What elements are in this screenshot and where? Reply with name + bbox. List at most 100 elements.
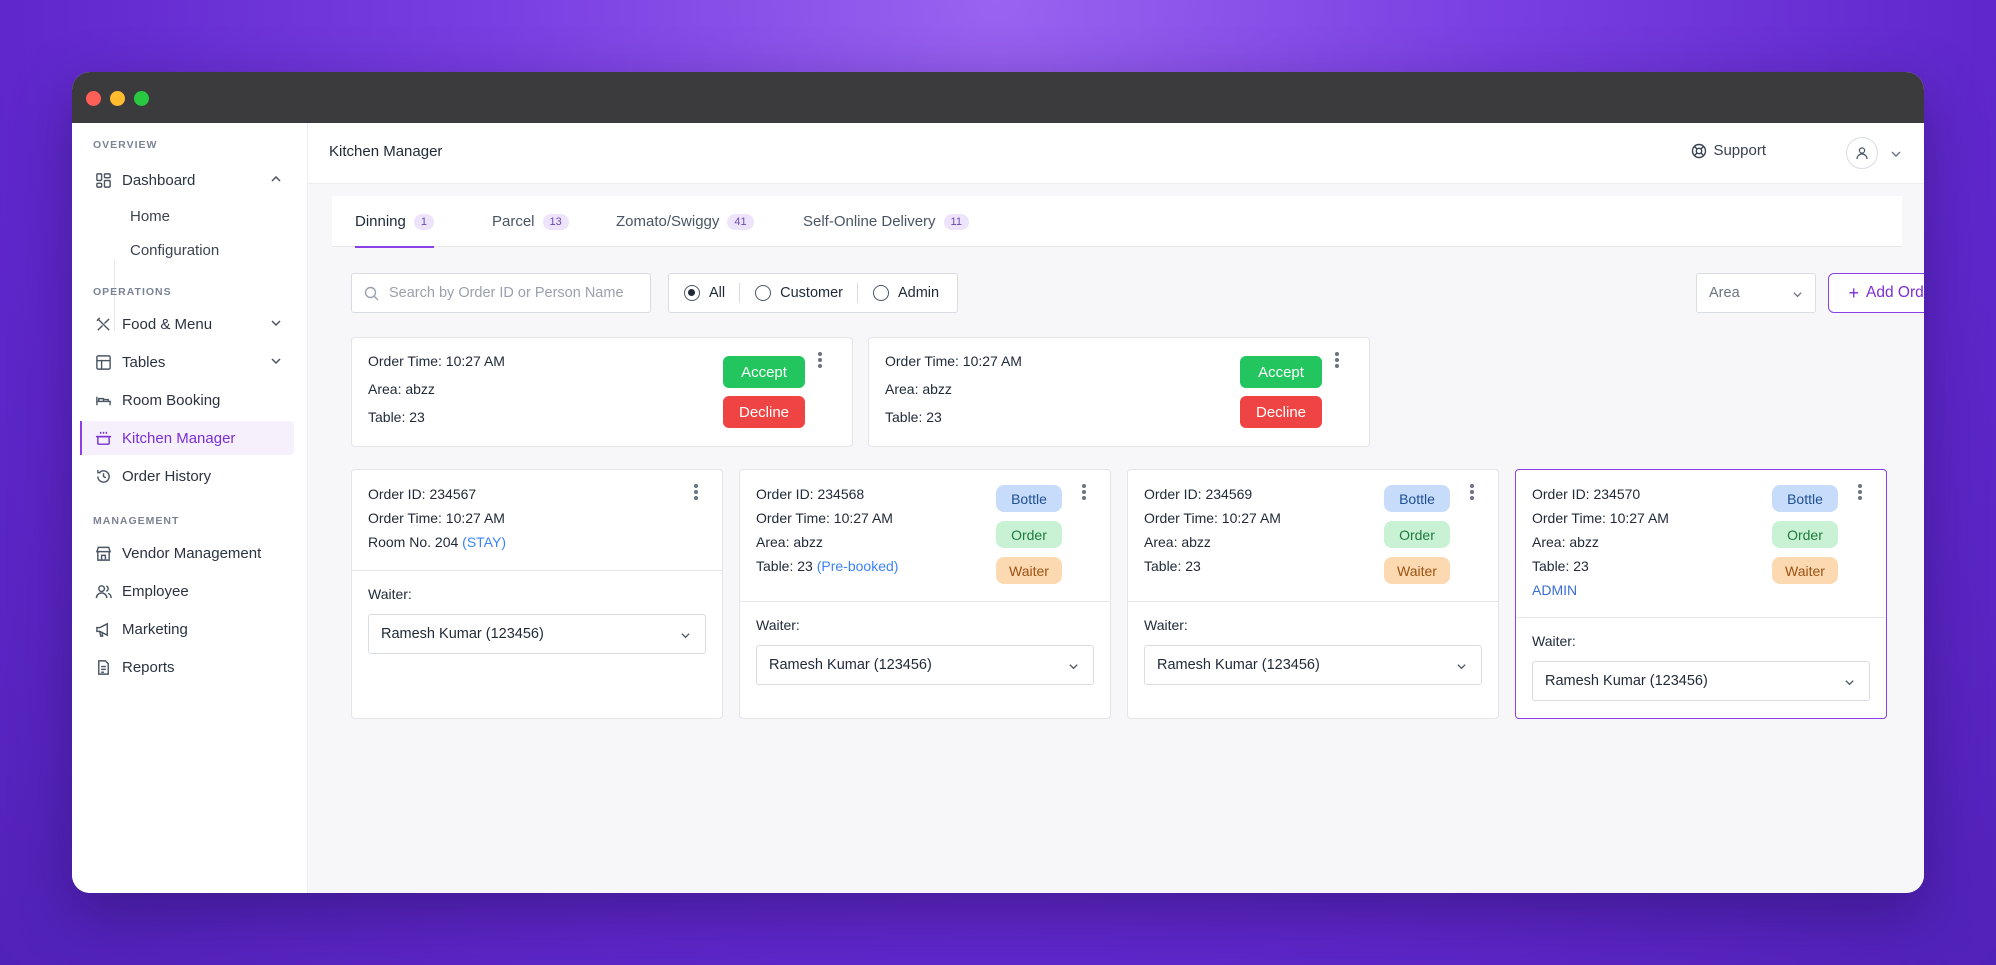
close-window-button[interactable] [86,91,101,106]
more-options-icon[interactable] [1330,350,1344,370]
order-table: Table: 23 [885,409,942,425]
tab-label: Parcel [492,213,535,230]
sidebar-subitem-configuration[interactable]: Configuration [130,242,219,259]
search-input[interactable] [389,285,629,301]
store-icon [94,544,112,562]
sidebar-item-vendor-management[interactable]: Vendor Management [80,536,294,570]
sidebar-item-room-booking[interactable]: Room Booking [80,383,294,417]
top-bar: Kitchen Manager Support [308,123,1924,184]
tab-zomato-swiggy[interactable]: Zomato/Swiggy 41 [616,196,754,247]
user-icon [1856,147,1868,160]
table-number: Table: 23 [756,558,813,574]
card-divider [1128,601,1498,602]
radio-label: Customer [780,285,843,301]
chevron-up-icon [271,175,281,182]
waiter-label: Waiter: [756,617,800,633]
count-badge: 11 [943,213,969,230]
order-table: Table: 23 [1144,558,1201,574]
tab-dinning[interactable]: Dinning 1 [355,196,434,248]
waiter-label: Waiter: [1144,617,1188,633]
chevron-down-icon [1457,664,1466,670]
order-time: Order Time: 10:27 AM [756,510,893,526]
source-filter-radio-group: All Customer Admin [668,273,958,313]
accept-button[interactable]: Accept [723,356,805,388]
sidebar-item-tables[interactable]: Tables [80,345,294,379]
app-window: OVERVIEW Dashboard Home Configuration OP… [72,72,1924,893]
decline-button[interactable]: Decline [1240,396,1322,428]
tab-parcel[interactable]: Parcel 13 [492,196,569,247]
order-time: Order Time: 10:27 AM [368,353,505,369]
chevron-down-icon [1793,292,1802,298]
sidebar-item-kitchen-manager[interactable]: Kitchen Manager [80,421,294,455]
minimize-window-button[interactable] [110,91,125,106]
radio-label: Admin [897,285,940,301]
sidebar-item-employee[interactable]: Employee [80,574,294,608]
history-icon [94,467,112,485]
waiter-select[interactable]: Ramesh Kumar (123456) [368,614,706,654]
order-table: Table: 23 [1532,558,1589,574]
accept-button[interactable]: Accept [1240,356,1322,388]
bed-icon [94,391,112,409]
more-options-icon[interactable] [813,350,827,370]
bottle-status-pill: Bottle [1772,485,1838,512]
sidebar-item-label: Dashboard [122,171,196,189]
card-divider [352,570,722,571]
admin-tag: ADMIN [1532,582,1578,598]
more-options-icon[interactable] [1465,482,1479,502]
page-title: Kitchen Manager [329,143,443,160]
waiter-select-value: Ramesh Kumar (123456) [769,657,932,673]
waiter-select-value: Ramesh Kumar (123456) [381,626,544,642]
chevron-down-icon [1069,664,1078,670]
add-order-button[interactable]: + Add Order [1828,273,1924,313]
chevron-down-icon[interactable] [1890,148,1902,160]
more-options-icon[interactable] [1853,482,1867,502]
radio-admin[interactable]: Admin [856,283,953,303]
decline-button[interactable]: Decline [723,396,805,428]
sidebar-item-label: Marketing [122,620,188,638]
waiter-select[interactable]: Ramesh Kumar (123456) [1532,661,1870,701]
tab-label: Self-Online Delivery [803,213,936,230]
avatar[interactable] [1846,137,1878,169]
order-card: Order ID: 234567 Order Time: 10:27 AM Ro… [351,469,723,719]
dashboard-icon [94,171,112,189]
order-card: Order ID: 234569 Order Time: 10:27 AM Ar… [1127,469,1499,719]
sidebar-subitem-home[interactable]: Home [130,208,170,225]
radio-customer[interactable]: Customer [739,283,857,303]
section-label-management: MANAGEMENT [93,515,180,527]
section-label-overview: OVERVIEW [93,139,158,151]
title-bar [72,72,1924,123]
area-select[interactable]: Area [1696,273,1816,313]
area-select-value: Area [1709,285,1740,301]
radio-circle [755,285,772,301]
maximize-window-button[interactable] [134,91,149,106]
order-id: Order ID: 234567 [368,486,477,502]
waiter-label: Waiter: [368,586,412,602]
search-icon [364,286,379,300]
sidebar-item-reports[interactable]: Reports [80,650,294,684]
order-time: Order Time: 10:27 AM [885,353,1022,369]
waiter-select[interactable]: Ramesh Kumar (123456) [756,645,1094,685]
tab-self-online-delivery[interactable]: Self-Online Delivery 11 [803,196,969,247]
sidebar: OVERVIEW Dashboard Home Configuration OP… [72,123,308,893]
sidebar-item-dashboard[interactable]: Dashboard [80,163,294,197]
order-table: Table: 23 [368,409,425,425]
sidebar-item-marketing[interactable]: Marketing [80,612,294,646]
sidebar-item-order-history[interactable]: Order History [80,459,294,493]
order-id: Order ID: 234569 [1144,486,1253,502]
radio-all[interactable]: All [669,283,739,303]
sidebar-item-food-menu[interactable]: Food & Menu [80,307,294,341]
order-request-card: Order Time: 10:27 AM Area: abzz Table: 2… [868,337,1370,447]
lifebuoy-icon [1692,143,1707,158]
more-options-icon[interactable] [1077,482,1091,502]
cooking-pot-icon [94,429,112,447]
order-table: Table: 23 (Pre-booked) [756,558,898,574]
more-options-icon[interactable] [689,482,703,502]
waiter-select[interactable]: Ramesh Kumar (123456) [1144,645,1482,685]
order-type-tabs: Dinning 1 Parcel 13 Zomato/Swiggy 41 Sel… [332,196,1902,248]
order-area: Area: abzz [368,381,435,397]
table-icon [94,353,112,371]
radio-circle-checked [684,285,700,301]
order-area: Area: abzz [1144,534,1211,550]
support-button[interactable]: Support [1691,142,1766,159]
megaphone-icon [94,620,112,638]
